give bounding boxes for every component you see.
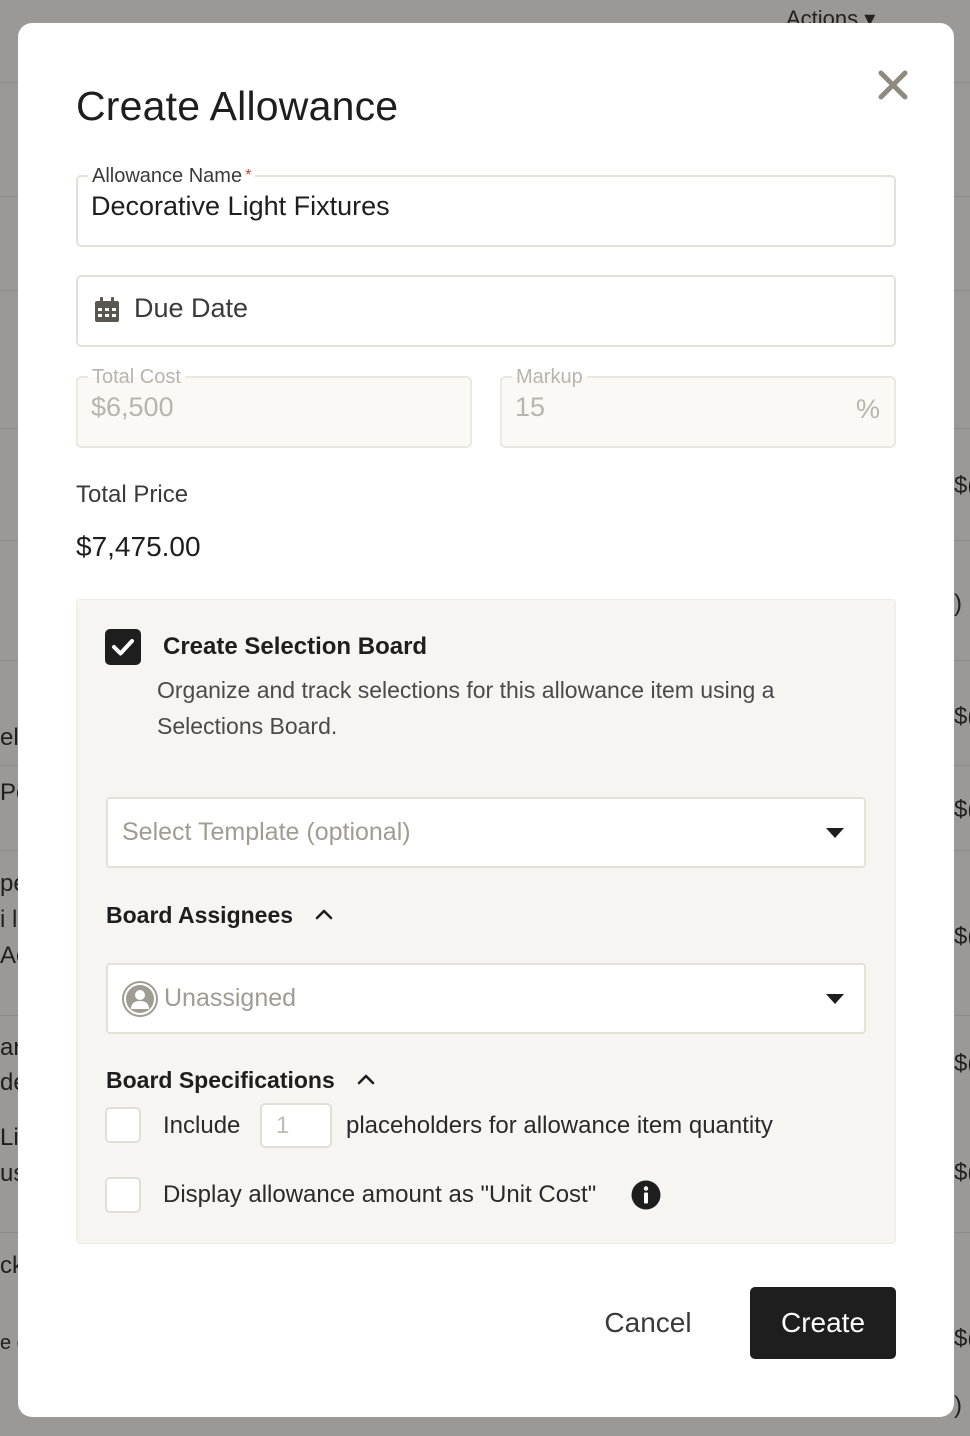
percent-suffix: % xyxy=(855,394,880,424)
background-amount: $( xyxy=(954,703,970,730)
markup-label: Markup xyxy=(512,366,587,388)
close-icon xyxy=(878,70,908,100)
selection-board-panel: Create Selection Board Organize and trac… xyxy=(76,599,896,1244)
background-amount: $( xyxy=(954,923,970,950)
close-button[interactable] xyxy=(873,65,913,105)
create-selection-board-heading: Create Selection Board xyxy=(163,633,428,660)
background-amount: ) ( xyxy=(954,590,970,617)
info-icon[interactable] xyxy=(631,1180,661,1210)
markup-value: 15 xyxy=(515,392,546,422)
board-assignees-select[interactable]: Unassigned xyxy=(106,963,866,1034)
template-select-placeholder: Select Template (optional) xyxy=(122,818,411,846)
board-specifications-heading: Board Specifications xyxy=(106,1067,335,1093)
caret-down-icon xyxy=(826,994,844,1004)
total-price-value: $7,475.00 xyxy=(76,531,201,562)
due-date-placeholder: Due Date xyxy=(134,293,249,323)
background-amount: $( xyxy=(954,1050,970,1077)
allowance-name-input[interactable]: Decorative Light Fixtures xyxy=(91,191,390,222)
total-price-label: Total Price xyxy=(76,481,189,508)
calendar-icon xyxy=(95,297,119,322)
include-label: Include xyxy=(163,1112,241,1139)
cancel-button[interactable]: Cancel xyxy=(576,1287,720,1359)
background-amount: $( xyxy=(954,472,970,499)
chevron-up-icon xyxy=(316,909,333,920)
board-assignees-toggle[interactable]: Board Assignees xyxy=(106,902,335,929)
caret-down-icon xyxy=(826,828,844,838)
board-assignees-heading: Board Assignees xyxy=(106,902,294,928)
create-button[interactable]: Create xyxy=(750,1287,896,1359)
markup-field: Markup 15 % xyxy=(500,366,896,448)
create-selection-board-checkbox[interactable] xyxy=(105,629,141,665)
placeholders-label: placeholders for allowance item quantity xyxy=(346,1112,773,1139)
unit-cost-checkbox[interactable] xyxy=(105,1177,141,1213)
background-amount: $( xyxy=(954,1159,970,1186)
background-text: Li xyxy=(0,1124,19,1151)
required-marker: * xyxy=(245,167,252,184)
modal-title: Create Allowance xyxy=(76,83,399,129)
board-specifications-toggle[interactable]: Board Specifications xyxy=(106,1067,377,1094)
include-placeholders-checkbox[interactable] xyxy=(105,1107,141,1143)
chevron-up-icon xyxy=(357,1074,375,1085)
checkmark-icon xyxy=(112,639,134,656)
due-date-field[interactable]: Due Date xyxy=(76,275,896,347)
unit-cost-label: Display allowance amount as "Unit Cost" xyxy=(163,1181,597,1208)
allowance-name-label: Allowance Name * xyxy=(88,165,256,187)
background-amount: ) ( xyxy=(954,1392,970,1419)
create-allowance-modal: Create Allowance Allowance Name * Decorat… xyxy=(18,23,954,1417)
user-avatar-icon xyxy=(122,981,158,1017)
total-cost-label: Total Cost xyxy=(88,366,185,388)
background-amount: $( xyxy=(954,1325,970,1352)
selection-board-description: Organize and track selections for this a… xyxy=(157,677,775,739)
total-cost-field: Total Cost $6,500 xyxy=(76,366,472,448)
background-text: i l xyxy=(0,906,18,933)
placeholder-quantity-input[interactable]: 1 xyxy=(260,1103,332,1148)
background-amount: $( xyxy=(954,796,970,823)
assignee-selected-value: Unassigned xyxy=(164,984,297,1012)
total-cost-value: $6,500 xyxy=(91,392,174,422)
template-select[interactable]: Select Template (optional) xyxy=(106,797,866,868)
allowance-name-field[interactable]: Allowance Name * Decorative Light Fixture… xyxy=(76,165,896,247)
